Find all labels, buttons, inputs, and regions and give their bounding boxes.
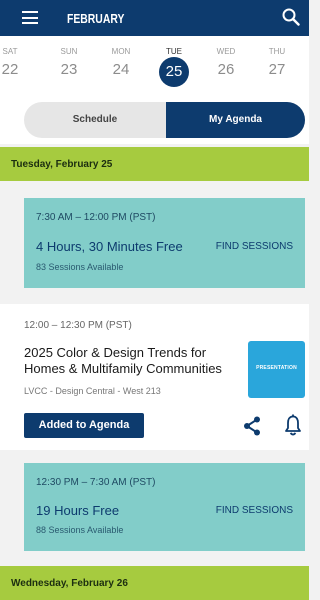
week-strip: SAT 22 SUN 23 MON 24 TUE 25 WED 26 THU 2… xyxy=(0,36,309,92)
sessions-available: 88 Sessions Available xyxy=(36,525,124,535)
bell-icon[interactable] xyxy=(284,414,302,436)
session-thumbnail: PRESENTATION xyxy=(248,341,305,398)
free-time-range: 12:30 PM – 7:30 AM (PST) xyxy=(36,477,156,488)
find-sessions-link[interactable]: FIND SESSIONS xyxy=(216,505,293,516)
added-to-agenda-button[interactable]: Added to Agenda xyxy=(24,413,144,438)
my-agenda-tab[interactable]: My Agenda xyxy=(166,102,305,138)
share-icon[interactable] xyxy=(242,416,262,436)
menu-icon[interactable] xyxy=(22,11,38,24)
search-icon[interactable] xyxy=(282,8,300,26)
month-title: FEBRUARY xyxy=(67,11,125,26)
view-toggle-bar: Schedule My Agenda xyxy=(0,92,309,144)
date-header: Tuesday, February 25 xyxy=(0,147,309,181)
schedule-tab[interactable]: Schedule xyxy=(24,102,166,138)
find-sessions-link[interactable]: FIND SESSIONS xyxy=(216,241,293,252)
free-time-duration: 4 Hours, 30 Minutes Free xyxy=(36,239,183,254)
session-title[interactable]: 2025 Color & Design Trends for Homes & M… xyxy=(24,345,239,377)
free-time-range: 7:30 AM – 12:00 PM (PST) xyxy=(36,212,156,223)
free-time-block[interactable]: 12:30 PM – 7:30 AM (PST) 19 Hours Free 8… xyxy=(24,463,305,551)
top-bar: FEBRUARY xyxy=(0,0,309,36)
sessions-available: 83 Sessions Available xyxy=(36,262,124,272)
date-header: Wednesday, February 26 xyxy=(0,566,309,600)
view-toggle: Schedule My Agenda xyxy=(24,102,305,138)
session-time: 12:00 – 12:30 PM (PST) xyxy=(24,320,132,331)
session-card[interactable]: 12:00 – 12:30 PM (PST) 2025 Color & Desi… xyxy=(0,304,309,450)
session-location: LVCC - Design Central - West 213 xyxy=(24,386,161,396)
free-time-duration: 19 Hours Free xyxy=(36,503,120,518)
free-time-block[interactable]: 7:30 AM – 12:00 PM (PST) 4 Hours, 30 Min… xyxy=(24,198,305,288)
